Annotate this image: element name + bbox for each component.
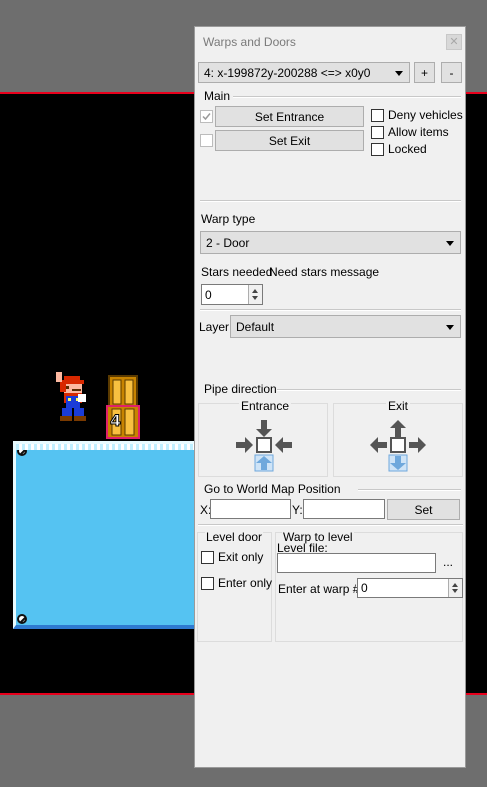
- pipe-direction-section-label: Pipe direction: [204, 382, 277, 396]
- remove-warp-button[interactable]: -: [441, 62, 462, 83]
- arrow-left-icon[interactable]: [275, 437, 292, 453]
- divider: [233, 96, 461, 98]
- title-bar[interactable]: Warps and Doors ✕: [195, 27, 465, 57]
- deny-vehicles-label: Deny vehicles: [388, 108, 463, 122]
- locked-label: Locked: [388, 142, 427, 156]
- arrow-left-icon[interactable]: [370, 437, 387, 453]
- close-button[interactable]: ✕: [446, 34, 462, 50]
- world-map-section-label: Go to World Map Position: [204, 482, 341, 496]
- set-exit-button[interactable]: Set Exit: [215, 130, 364, 151]
- arrow-down-icon[interactable]: [256, 420, 272, 437]
- door-sprite-selected[interactable]: 4: [106, 405, 140, 439]
- enter-at-warp-value: 0: [361, 581, 368, 595]
- divider: [358, 489, 461, 491]
- arrow-up-icon-selected[interactable]: [254, 454, 274, 472]
- center-square-icon: [390, 437, 406, 453]
- spin-down-icon[interactable]: [252, 296, 258, 300]
- arrow-up-icon[interactable]: [390, 420, 406, 437]
- warp-to-level-group: Warp to level Level file: ... Enter at w…: [275, 530, 463, 642]
- enter-only-checkbox[interactable]: [201, 577, 214, 590]
- warp-select[interactable]: 4: x-199872y-200288 <=> x0y0: [198, 62, 410, 83]
- arrow-right-icon[interactable]: [409, 437, 426, 453]
- divider: [200, 200, 461, 202]
- screw-icon: [17, 446, 27, 456]
- world-map-x-input[interactable]: [210, 499, 291, 519]
- exit-direction-picker[interactable]: [368, 418, 428, 472]
- warps-and-doors-dialog[interactable]: Warps and Doors ✕ 4: x-199872y-200288 <=…: [194, 26, 466, 768]
- entrance-direction-picker[interactable]: [234, 418, 294, 472]
- spin-buttons[interactable]: [448, 579, 462, 597]
- exit-direction-group: Exit: [333, 399, 463, 477]
- warp-select-value: 4: x-199872y-200288 <=> x0y0: [204, 65, 371, 80]
- center-square-icon: [256, 437, 272, 453]
- divider: [198, 524, 463, 526]
- spin-up-icon[interactable]: [452, 583, 458, 587]
- screw-icon: [17, 614, 27, 624]
- enter-at-warp-label: Enter at warp #: [278, 582, 360, 596]
- checkmark-icon: [202, 113, 211, 121]
- exit-only-label: Exit only: [218, 550, 264, 564]
- add-warp-button[interactable]: +: [414, 62, 435, 83]
- layer-select[interactable]: Default: [230, 315, 461, 338]
- allow-items-checkbox[interactable]: [371, 126, 384, 139]
- need-stars-message-label: Need stars message: [269, 265, 380, 279]
- exit-set-checkbox: [200, 134, 213, 147]
- warp-type-value: 2 - Door: [206, 235, 250, 250]
- locked-checkbox[interactable]: [371, 143, 384, 156]
- entrance-direction-label: Entrance: [239, 399, 292, 413]
- door-sprite[interactable]: [108, 375, 138, 407]
- world-map-y-label: Y:: [292, 503, 303, 517]
- set-entrance-button[interactable]: Set Entrance: [215, 106, 364, 127]
- layer-value: Default: [236, 319, 275, 334]
- chevron-down-icon: [446, 324, 454, 330]
- spin-down-icon[interactable]: [452, 589, 458, 593]
- main-section-label: Main: [204, 89, 231, 103]
- level-door-section-label: Level door: [205, 530, 264, 544]
- world-map-y-input[interactable]: [303, 499, 385, 519]
- svg-text:4: 4: [110, 411, 121, 430]
- stars-needed-label: Stars needed: [201, 265, 273, 279]
- enter-at-warp-spinbox[interactable]: 0: [357, 578, 463, 598]
- stars-needed-spinbox[interactable]: 0: [201, 284, 263, 305]
- level-door-group: Level door Exit only Enter only: [197, 530, 273, 642]
- chevron-down-icon: [446, 240, 454, 246]
- water-block[interactable]: [13, 441, 213, 629]
- entrance-direction-group: Entrance: [198, 399, 328, 477]
- warp-type-select[interactable]: 2 - Door: [200, 231, 461, 254]
- divider: [277, 389, 461, 391]
- chevron-down-icon: [395, 70, 403, 76]
- window-title: Warps and Doors: [203, 35, 296, 49]
- warp-type-label: Warp type: [201, 212, 256, 226]
- browse-level-file-button[interactable]: ...: [443, 555, 453, 569]
- arrow-right-icon[interactable]: [236, 437, 253, 453]
- allow-items-label: Allow items: [388, 125, 449, 139]
- close-icon: ✕: [449, 36, 459, 48]
- set-world-map-button[interactable]: Set: [387, 499, 460, 520]
- deny-vehicles-checkbox[interactable]: [371, 109, 384, 122]
- arrow-down-icon-selected[interactable]: [388, 454, 408, 472]
- divider: [200, 309, 461, 311]
- mario-sprite[interactable]: [56, 372, 90, 422]
- enter-only-label: Enter only: [218, 576, 273, 590]
- entrance-set-checkbox: [200, 110, 213, 123]
- stars-needed-value: 0: [205, 287, 212, 302]
- spin-up-icon[interactable]: [252, 289, 258, 293]
- spin-buttons[interactable]: [248, 285, 262, 304]
- level-file-input[interactable]: [277, 553, 436, 573]
- exit-only-checkbox[interactable]: [201, 551, 214, 564]
- exit-direction-label: Exit: [386, 399, 411, 413]
- layer-label: Layer:: [199, 320, 233, 334]
